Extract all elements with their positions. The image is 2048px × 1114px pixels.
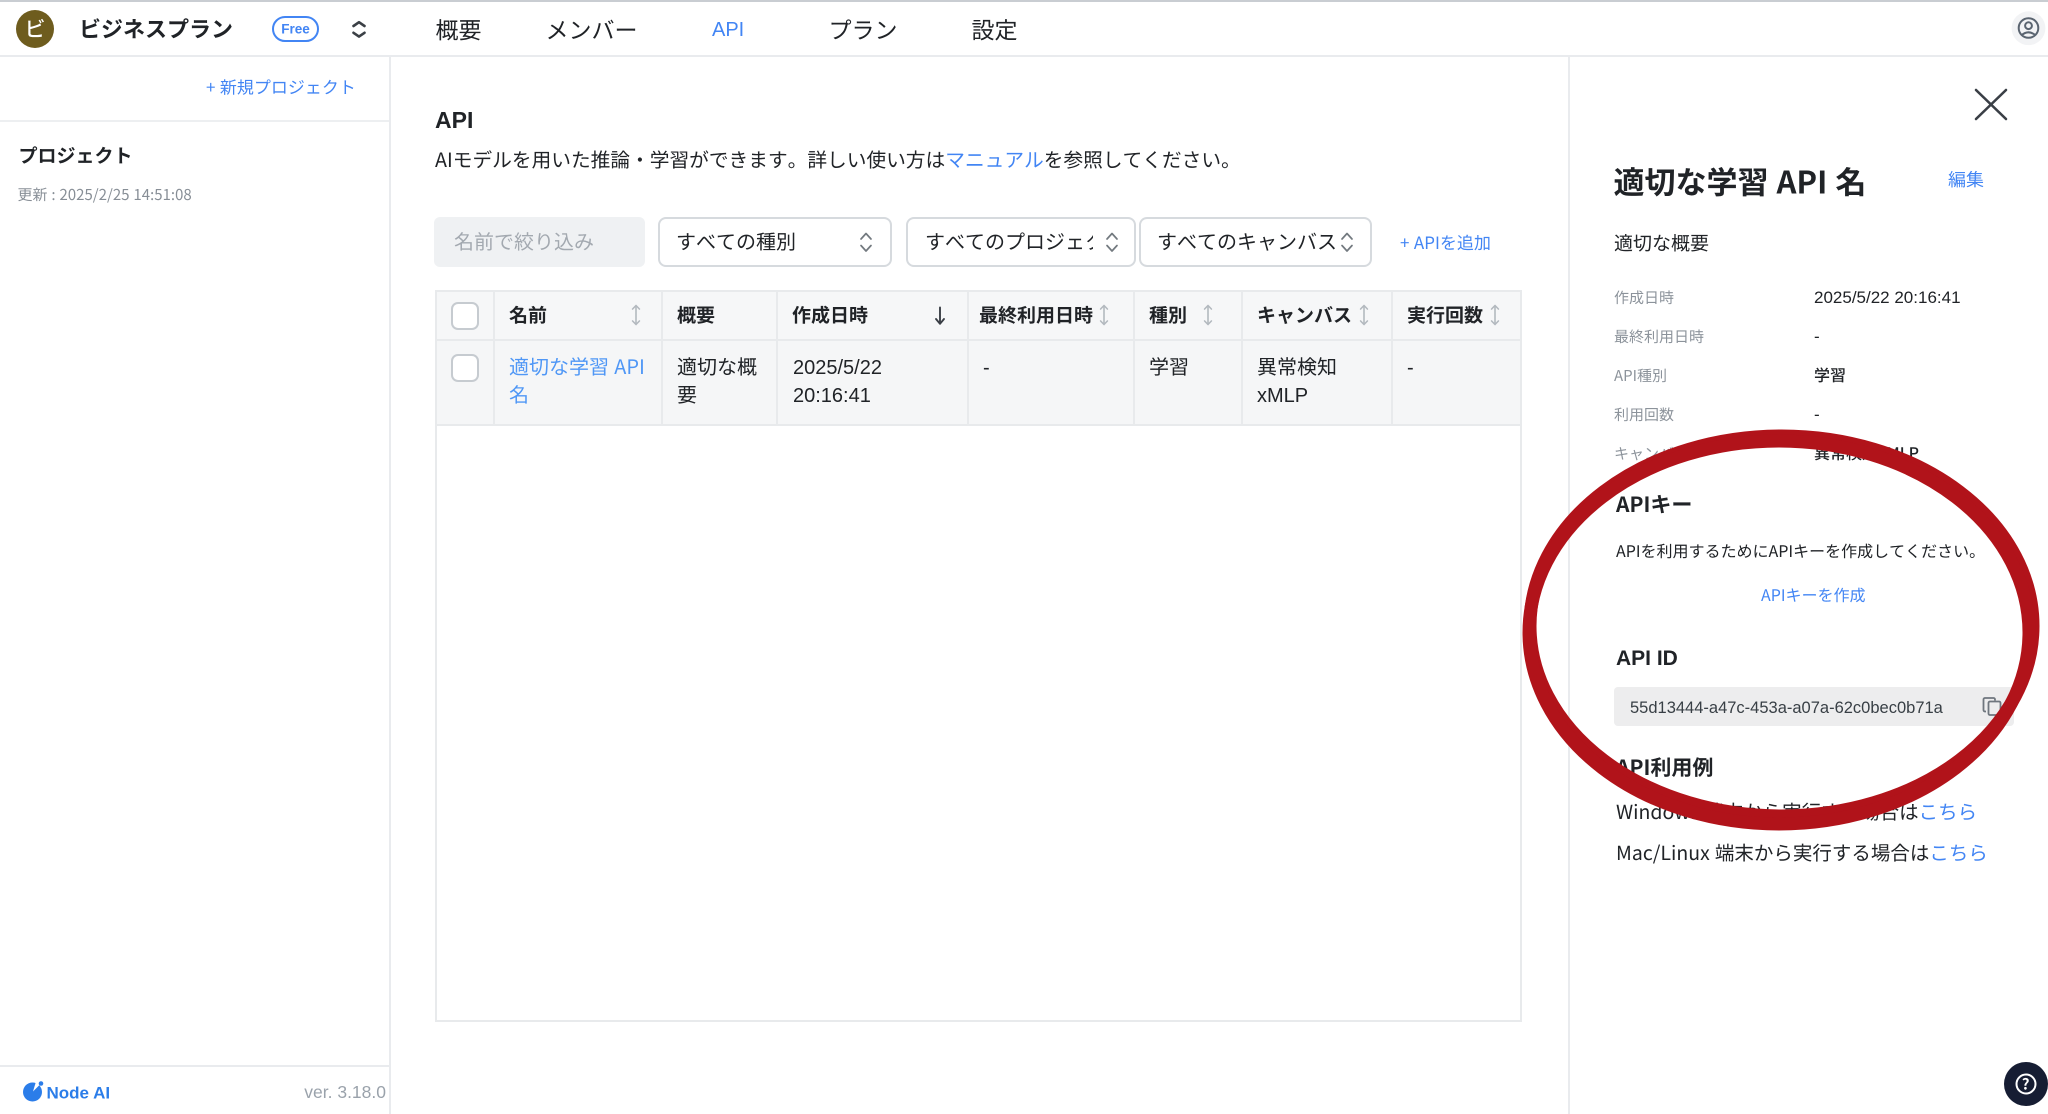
svg-text:-: - xyxy=(1814,405,1820,424)
svg-text:ver. 3.18.0: ver. 3.18.0 xyxy=(304,1082,386,1102)
svg-text:-: - xyxy=(983,357,990,379)
svg-text:Node AI: Node AI xyxy=(47,1084,111,1103)
svg-text:Free: Free xyxy=(281,22,310,37)
svg-text:-: - xyxy=(1814,327,1820,346)
svg-text:API: API xyxy=(712,19,744,41)
svg-text:-: - xyxy=(1407,357,1414,379)
svg-text:xMLP: xMLP xyxy=(1257,385,1308,407)
svg-text:API: API xyxy=(435,107,473,133)
svg-text:2025/5/22 20:16:41: 2025/5/22 20:16:41 xyxy=(1814,288,1961,307)
svg-text:API ID: API ID xyxy=(1616,647,1678,670)
svg-text:20:16:41: 20:16:41 xyxy=(793,385,871,407)
svg-text:2025/5/22: 2025/5/22 xyxy=(793,357,882,379)
svg-text:55d13444-a47c-453a-a07a-62c0be: 55d13444-a47c-453a-a07a-62c0bec0b71a xyxy=(1630,699,1944,717)
